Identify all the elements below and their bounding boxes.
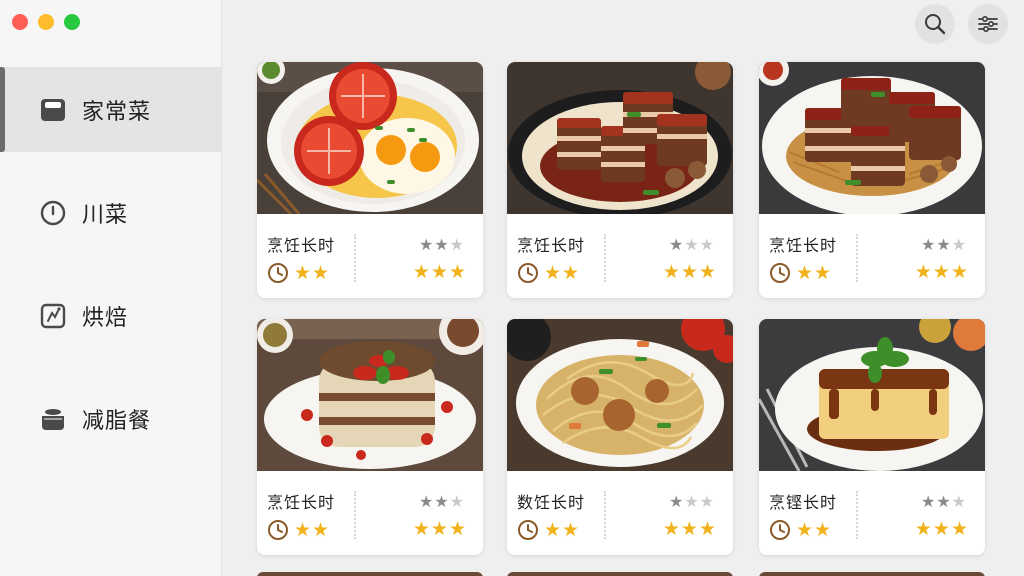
clock-icon <box>268 263 288 283</box>
dish-photo <box>507 319 733 471</box>
cutting-board-icon <box>40 97 66 123</box>
recipe-card[interactable]: 烹饪长时 ★★★ ★★ ★★★ <box>257 319 483 555</box>
recipe-card[interactable]: 烹饪长时 ★★★ ★★ ★★★ <box>507 62 733 298</box>
window-controls <box>12 14 80 30</box>
divider <box>604 491 606 539</box>
divider <box>604 234 606 282</box>
rating-stars: ★★★ <box>914 261 969 283</box>
recipe-card-peek[interactable] <box>257 572 483 576</box>
time-stars: ★★ <box>544 262 581 284</box>
recipe-title: 烹饪长时 <box>769 236 838 255</box>
search-button[interactable] <box>915 4 955 44</box>
clock-icon <box>518 263 538 283</box>
cook-time: ★★ <box>267 519 330 541</box>
dish-photo <box>257 319 483 471</box>
cook-time: ★★ <box>769 262 832 284</box>
sidebar-item-baking[interactable]: 烘焙 <box>0 273 222 358</box>
recipe-card-icon <box>40 303 66 329</box>
app-window: 家常菜 川菜 烘焙 减脂餐 烹饪长时 ★★★ ★★ ★★★ 烹饪长时 ★★★ ★… <box>0 0 1024 576</box>
recipe-card[interactable]: 数饪长时 ★★★ ★★ ★★★ <box>507 319 733 555</box>
sidebar-item-label: 川菜 <box>82 202 129 228</box>
clock-icon <box>770 263 790 283</box>
sidebar: 家常菜 川菜 烘焙 减脂餐 <box>0 0 222 576</box>
recipe-title: 烹铿长时 <box>769 493 838 512</box>
clock-icon <box>40 200 66 226</box>
rating-stars: ★★★ <box>662 518 717 540</box>
filter-icon <box>978 15 998 33</box>
cook-time: ★★ <box>517 519 580 541</box>
rating-stars: ★★★ <box>412 518 467 540</box>
rating-stars: ★★★ <box>662 261 717 283</box>
sidebar-item-label: 家常菜 <box>82 99 152 125</box>
difficulty-stars: ★★★ <box>418 235 465 254</box>
divider <box>354 234 356 282</box>
filter-button[interactable] <box>968 4 1008 44</box>
clock-icon <box>770 520 790 540</box>
time-stars: ★★ <box>294 519 331 541</box>
dish-photo <box>759 62 985 214</box>
clock-icon <box>518 520 538 540</box>
sidebar-item-sichuan[interactable]: 川菜 <box>0 170 222 255</box>
recipe-card[interactable]: 烹铿长时 ★★★ ★★ ★★★ <box>759 319 985 555</box>
search-icon <box>925 14 946 35</box>
close-button[interactable] <box>12 14 28 30</box>
recipe-card-peek[interactable] <box>507 572 733 576</box>
cook-time: ★★ <box>769 519 832 541</box>
time-stars: ★★ <box>544 519 581 541</box>
time-stars: ★★ <box>294 262 331 284</box>
minimize-button[interactable] <box>38 14 54 30</box>
time-stars: ★★ <box>796 262 833 284</box>
rice-bowl-icon <box>40 406 66 432</box>
sidebar-item-low-fat[interactable]: 减脂餐 <box>0 376 222 461</box>
difficulty-stars: ★★★ <box>920 235 967 254</box>
divider <box>856 491 858 539</box>
recipe-title: 烹饪长时 <box>517 236 586 255</box>
recipe-card-peek[interactable] <box>759 572 985 576</box>
cook-time: ★★ <box>517 262 580 284</box>
maximize-button[interactable] <box>64 14 80 30</box>
category-nav: 家常菜 川菜 烘焙 减脂餐 <box>0 67 222 479</box>
recipe-card[interactable]: 烹饪长时 ★★★ ★★ ★★★ <box>759 62 985 298</box>
sidebar-item-label: 烘焙 <box>82 305 129 331</box>
time-stars: ★★ <box>796 519 833 541</box>
cook-time: ★★ <box>267 262 330 284</box>
difficulty-stars: ★★★ <box>668 492 715 511</box>
rating-stars: ★★★ <box>914 518 969 540</box>
recipe-title: 烹饪长时 <box>267 493 336 512</box>
difficulty-stars: ★★★ <box>418 492 465 511</box>
recipe-title: 烹饪长时 <box>267 236 336 255</box>
dish-photo <box>257 62 483 214</box>
recipe-card[interactable]: 烹饪长时 ★★★ ★★ ★★★ <box>257 62 483 298</box>
dish-photo <box>507 62 733 214</box>
sidebar-item-home-cooking[interactable]: 家常菜 <box>0 67 222 152</box>
clock-icon <box>268 520 288 540</box>
rating-stars: ★★★ <box>412 261 467 283</box>
dish-photo <box>759 319 985 471</box>
divider <box>856 234 858 282</box>
sidebar-item-label: 减脂餐 <box>82 408 152 434</box>
difficulty-stars: ★★★ <box>668 235 715 254</box>
divider <box>354 491 356 539</box>
difficulty-stars: ★★★ <box>920 492 967 511</box>
recipe-title: 数饪长时 <box>517 493 586 512</box>
